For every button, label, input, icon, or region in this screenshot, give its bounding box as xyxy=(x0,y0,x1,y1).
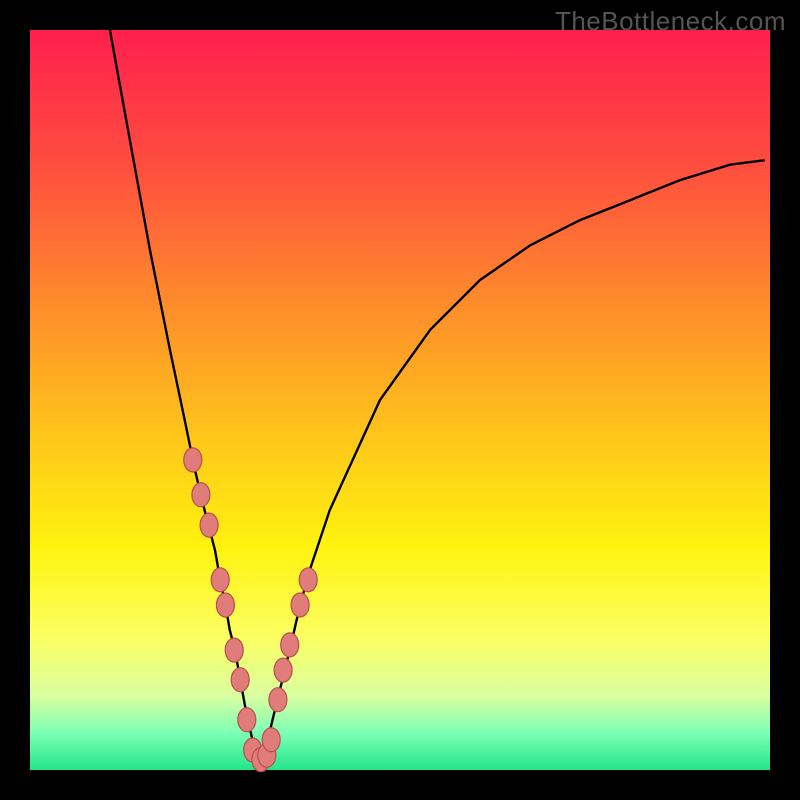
curve-marker xyxy=(291,593,309,617)
plot-area xyxy=(30,30,770,770)
curve-marker xyxy=(200,513,218,537)
curve-marker xyxy=(225,638,243,662)
curve-marker xyxy=(184,448,202,472)
curve-marker xyxy=(238,708,256,732)
curve-marker xyxy=(192,483,210,507)
chart-frame: TheBottleneck.com xyxy=(0,0,800,800)
curve-marker xyxy=(269,688,287,712)
watermark-text: TheBottleneck.com xyxy=(555,6,786,37)
curve-marker xyxy=(299,568,317,592)
curve-marker xyxy=(274,658,292,682)
marker-group xyxy=(184,448,317,772)
curve-marker xyxy=(211,568,229,592)
curve-marker xyxy=(231,668,249,692)
curve-svg xyxy=(30,30,770,770)
bottleneck-curve xyxy=(110,30,765,760)
curve-marker xyxy=(216,593,234,617)
curve-marker xyxy=(281,633,299,657)
curve-marker xyxy=(262,728,280,752)
